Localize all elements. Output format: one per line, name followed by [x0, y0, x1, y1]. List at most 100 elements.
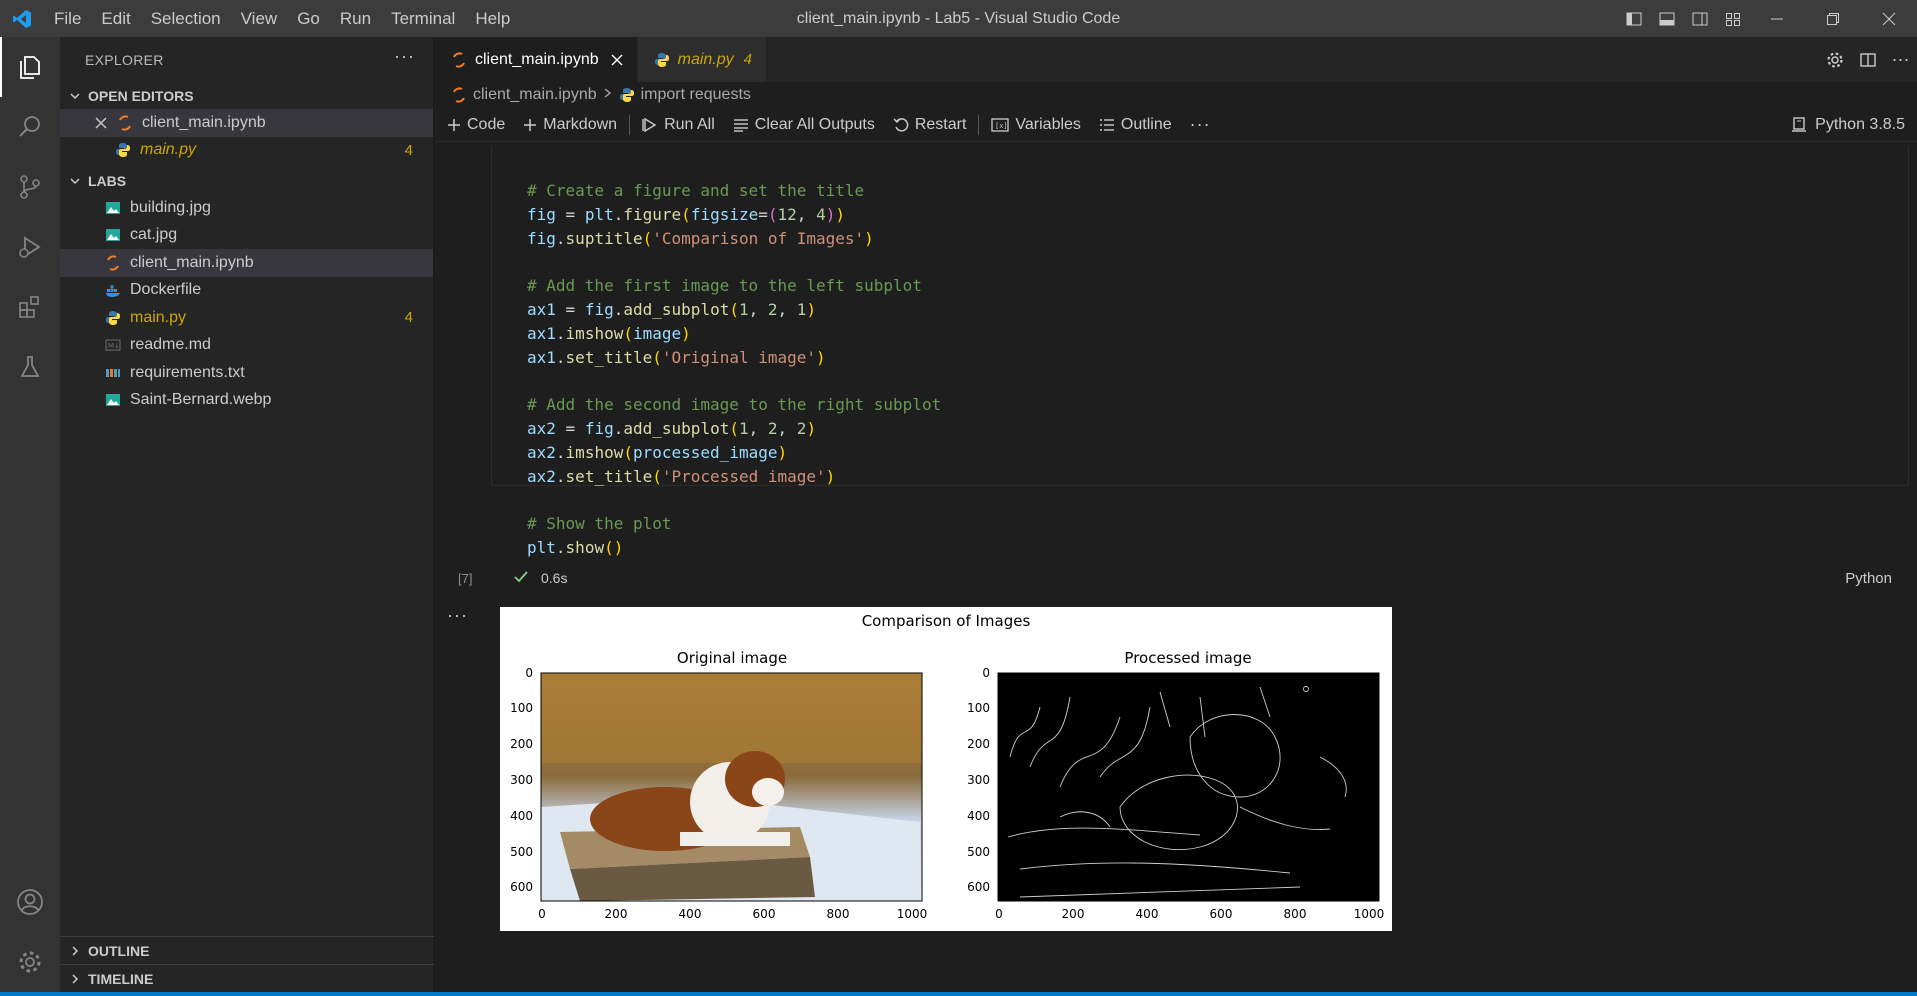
add-code-cell-button[interactable]: Code	[447, 116, 505, 134]
kernel-picker[interactable]: Python 3.8.5	[1791, 116, 1905, 134]
menu-view[interactable]: View	[231, 0, 288, 37]
customize-layout-icon[interactable]	[1716, 0, 1749, 37]
y-tick-label: 500	[967, 845, 990, 859]
output-more-icon[interactable]: ···	[447, 605, 468, 626]
left-x-ticks: 0 200 400 600 800 1000	[538, 907, 927, 921]
markdown-icon: M↓	[104, 336, 122, 354]
outline-header[interactable]: OUTLINE	[60, 936, 434, 964]
docker-icon	[104, 281, 122, 299]
folder-label: LABS	[88, 172, 127, 189]
problems-badge: 4	[743, 51, 752, 68]
close-tab-icon[interactable]	[611, 54, 623, 66]
menu-bar: File Edit Selection View Go Run Terminal…	[44, 0, 520, 37]
file-item[interactable]: client_main.ipynb	[60, 249, 433, 277]
notebook-settings-gear-icon[interactable]	[1818, 51, 1851, 69]
open-editor-label: main.py	[140, 141, 197, 159]
timeline-header[interactable]: TIMELINE	[60, 964, 434, 992]
variables-icon: [x]	[991, 117, 1010, 132]
variables-button[interactable]: [x] Variables	[991, 116, 1081, 134]
chevron-down-icon	[66, 175, 84, 187]
x-tick-label: 1000	[1354, 907, 1385, 921]
restart-kernel-button[interactable]: Restart	[893, 116, 966, 134]
menu-help[interactable]: Help	[465, 0, 520, 37]
run-debug-icon[interactable]	[0, 217, 60, 277]
close-icon[interactable]	[92, 114, 110, 132]
file-item[interactable]: building.jpg	[60, 194, 433, 222]
outline-button[interactable]: Outline	[1099, 116, 1172, 134]
testing-icon[interactable]	[0, 337, 60, 397]
add-markdown-cell-button[interactable]: Markdown	[523, 116, 617, 134]
outline-label: OUTLINE	[88, 942, 150, 959]
manage-gear-icon[interactable]	[0, 932, 60, 992]
toggle-panel-icon[interactable]	[1650, 0, 1683, 37]
more-actions-icon[interactable]: ···	[394, 46, 415, 67]
code-line: ax1 = fig.add_subplot(1, 2, 1)	[527, 299, 817, 319]
toggle-secondary-sidebar-icon[interactable]	[1683, 0, 1716, 37]
python-icon	[114, 141, 132, 159]
open-editor-item[interactable]: main.py 4	[60, 137, 433, 165]
breadcrumb-symbol[interactable]: import requests	[641, 86, 751, 104]
breadcrumb-file[interactable]: client_main.ipynb	[473, 86, 597, 104]
menu-selection[interactable]: Selection	[141, 0, 231, 37]
plus-icon	[448, 118, 460, 131]
vscode-logo-icon	[0, 0, 44, 37]
source-control-icon[interactable]	[0, 157, 60, 217]
breadcrumb: client_main.ipynb import requests	[435, 82, 1917, 108]
file-item[interactable]: Dockerfile	[60, 277, 433, 305]
y-tick-label: 400	[510, 809, 533, 823]
run-all-icon	[642, 117, 657, 132]
more-actions-icon[interactable]: ···	[1190, 114, 1211, 135]
file-item[interactable]: Saint-Bernard.webp	[60, 387, 433, 415]
cell-output-figure: Comparison of Images Original image 0 10…	[500, 607, 1392, 931]
notebook-toolbar: Code Markdown Run All Clear All Outputs …	[435, 108, 1917, 142]
clear-all-outputs-button[interactable]: Clear All Outputs	[733, 116, 875, 134]
cell-language[interactable]: Python	[1845, 570, 1892, 587]
minimize-icon[interactable]	[1749, 0, 1805, 37]
folder-header[interactable]: LABS	[60, 167, 433, 194]
y-tick-label: 500	[510, 845, 533, 859]
y-tick-label: 200	[967, 737, 990, 751]
file-item[interactable]: main.py 4	[60, 304, 433, 332]
notebook-icon	[451, 51, 467, 68]
python-icon	[104, 309, 122, 327]
menu-run[interactable]: Run	[330, 0, 381, 37]
x-tick-label: 600	[753, 907, 776, 921]
execution-count: [7]	[458, 570, 473, 586]
open-editor-item[interactable]: client_main.ipynb	[60, 109, 433, 137]
code-line: fig.suptitle('Comparison of Images')	[527, 228, 874, 248]
tab-main-py[interactable]: main.py 4	[637, 37, 767, 82]
file-item[interactable]: cat.jpg	[60, 222, 433, 250]
code-line: ax2.imshow(processed_image)	[527, 442, 788, 462]
close-window-icon[interactable]	[1861, 0, 1917, 37]
split-editor-icon[interactable]	[1851, 51, 1884, 69]
explorer-icon[interactable]	[0, 37, 60, 97]
explorer-sidebar: EXPLORER ··· OPEN EDITORS client_main.ip…	[60, 37, 434, 992]
figure-suptitle: Comparison of Images	[862, 612, 1031, 630]
menu-edit[interactable]: Edit	[91, 0, 140, 37]
notebook-icon	[104, 254, 122, 272]
code-editor[interactable]: # Create a figure and set the title fig …	[527, 179, 941, 560]
add-code-label: Code	[467, 115, 506, 133]
notebook-icon	[451, 87, 467, 103]
toolbar-divider	[978, 114, 980, 135]
tab-client-main[interactable]: client_main.ipynb	[435, 37, 638, 82]
menu-go[interactable]: Go	[287, 0, 330, 37]
code-line: # Create a figure and set the title	[527, 181, 865, 200]
right-x-ticks: 0 200 400 600 800 1000	[995, 907, 1384, 921]
extensions-icon[interactable]	[0, 277, 60, 337]
x-tick-label: 1000	[897, 907, 928, 921]
notebook-icon	[116, 114, 134, 132]
run-all-button[interactable]: Run All	[642, 116, 715, 134]
file-item[interactable]: requirements.txt	[60, 359, 433, 387]
restore-icon[interactable]	[1805, 0, 1861, 37]
accounts-icon[interactable]	[0, 872, 60, 932]
more-actions-icon[interactable]: ···	[1884, 49, 1917, 70]
search-icon[interactable]	[0, 97, 60, 157]
menu-terminal[interactable]: Terminal	[381, 0, 465, 37]
file-item[interactable]: M↓ readme.md	[60, 332, 433, 360]
editor-area: client_main.ipynb main.py 4 ··· client_m…	[435, 37, 1917, 992]
y-tick-label: 400	[967, 809, 990, 823]
open-editors-header[interactable]: OPEN EDITORS	[60, 82, 433, 109]
toggle-primary-sidebar-icon[interactable]	[1617, 0, 1650, 37]
menu-file[interactable]: File	[44, 0, 91, 37]
